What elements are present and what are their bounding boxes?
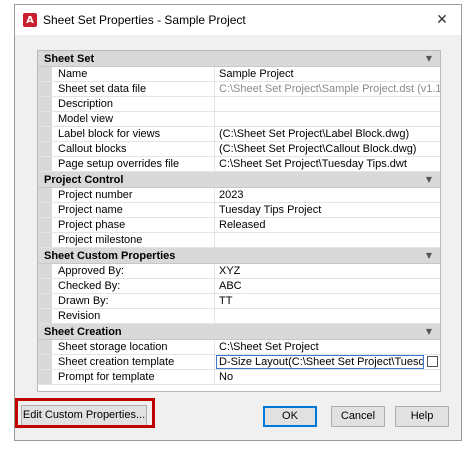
row-gutter [38, 203, 52, 217]
property-value[interactable]: (C:\Sheet Set Project\Label Block.dwg) [215, 127, 440, 141]
property-row[interactable]: Checked By: ABC [38, 279, 440, 294]
property-name: Label block for views [52, 127, 215, 141]
row-gutter [38, 279, 52, 293]
property-row[interactable]: Project name Tuesday Tips Project [38, 203, 440, 218]
row-gutter [38, 82, 52, 96]
window-title: Sheet Set Properties - Sample Project [43, 13, 246, 27]
help-button[interactable]: Help [395, 406, 449, 427]
property-value[interactable]: D-Size Layout(C:\Sheet Set Project\Tuesd… [215, 355, 440, 369]
property-row[interactable]: Page setup overrides file C:\Sheet Set Pr… [38, 157, 440, 172]
property-row[interactable]: Sheet creation template D-Size Layout(C:\… [38, 355, 440, 370]
property-name: Page setup overrides file [52, 157, 215, 171]
group-header[interactable]: Sheet Custom Properties ▼ [38, 248, 440, 264]
property-name: Description [52, 97, 215, 111]
property-value[interactable] [215, 233, 440, 247]
property-value[interactable]: Sample Project [215, 67, 440, 81]
property-name: Revision [52, 309, 215, 323]
row-gutter [38, 188, 52, 202]
property-name: Project phase [52, 218, 215, 232]
row-gutter [38, 127, 52, 141]
property-row[interactable]: Project milestone [38, 233, 440, 248]
close-icon: ✕ [436, 12, 448, 28]
template-value-field[interactable]: D-Size Layout(C:\Sheet Set Project\Tuesd… [216, 355, 424, 369]
property-row[interactable]: Sheet set data file C:\Sheet Set Project\… [38, 82, 440, 97]
property-row[interactable]: Callout blocks (C:\Sheet Set Project\Call… [38, 142, 440, 157]
property-row[interactable]: Revision [38, 309, 440, 324]
collapse-arrow-icon[interactable]: ▼ [426, 324, 432, 340]
property-name: Sheet set data file [52, 82, 215, 96]
row-gutter [38, 218, 52, 232]
property-value[interactable]: C:\Sheet Set Project [215, 340, 440, 354]
property-row[interactable]: Project number 2023 [38, 188, 440, 203]
property-value[interactable]: Released [215, 218, 440, 232]
property-name: Approved By: [52, 264, 215, 278]
autocad-app-icon: A [23, 13, 37, 27]
property-value[interactable]: No [215, 370, 440, 384]
property-name: Name [52, 67, 215, 81]
row-gutter [38, 112, 52, 126]
group-header-label: Sheet Set [44, 52, 95, 65]
title-bar: A Sheet Set Properties - Sample Project … [15, 5, 461, 35]
property-name: Checked By: [52, 279, 215, 293]
close-button[interactable]: ✕ [433, 11, 451, 29]
property-row[interactable]: Label block for views (C:\Sheet Set Proje… [38, 127, 440, 142]
property-name: Sheet storage location [52, 340, 215, 354]
property-name: Drawn By: [52, 294, 215, 308]
property-name: Project number [52, 188, 215, 202]
property-value[interactable]: TT [215, 294, 440, 308]
property-value[interactable]: ABC [215, 279, 440, 293]
property-value[interactable] [215, 97, 440, 111]
row-gutter [38, 355, 52, 369]
property-row[interactable]: Drawn By: TT [38, 294, 440, 309]
group-header-label: Sheet Creation [44, 325, 122, 338]
property-name: Prompt for template [52, 370, 215, 384]
collapse-arrow-icon[interactable]: ▼ [426, 172, 432, 188]
row-gutter [38, 340, 52, 354]
property-row[interactable]: Project phase Released [38, 218, 440, 233]
property-value[interactable]: XYZ [215, 264, 440, 278]
row-gutter [38, 157, 52, 171]
row-gutter [38, 370, 52, 384]
property-row[interactable]: Sheet storage location C:\Sheet Set Proje… [38, 340, 440, 355]
row-gutter [38, 67, 52, 81]
ok-button[interactable]: OK [263, 406, 317, 427]
property-value[interactable]: Tuesday Tips Project [215, 203, 440, 217]
row-gutter [38, 97, 52, 111]
group-header[interactable]: Sheet Set ▼ [38, 51, 440, 67]
annotation-highlight-box [15, 398, 155, 428]
collapse-arrow-icon[interactable]: ▼ [426, 248, 432, 264]
cancel-button[interactable]: Cancel [331, 406, 385, 427]
row-gutter [38, 142, 52, 156]
property-row[interactable]: Description [38, 97, 440, 112]
property-value[interactable]: C:\Sheet Set Project\Tuesday Tips.dwt [215, 157, 440, 171]
property-value[interactable]: (C:\Sheet Set Project\Callout Block.dwg) [215, 142, 440, 156]
group-header-label: Sheet Custom Properties [44, 249, 176, 262]
row-gutter [38, 294, 52, 308]
property-value[interactable]: 2023 [215, 188, 440, 202]
browse-icon[interactable] [427, 356, 438, 367]
property-row[interactable]: Name Sample Project [38, 67, 440, 82]
property-row[interactable]: Prompt for template No [38, 370, 440, 385]
row-gutter [38, 233, 52, 247]
property-name: Sheet creation template [52, 355, 215, 369]
property-value[interactable] [215, 309, 440, 323]
property-row[interactable]: Model view [38, 112, 440, 127]
row-gutter [38, 264, 52, 278]
collapse-arrow-icon[interactable]: ▼ [426, 51, 432, 67]
property-name: Model view [52, 112, 215, 126]
property-name: Project milestone [52, 233, 215, 247]
property-name: Project name [52, 203, 215, 217]
group-header-label: Project Control [44, 173, 124, 186]
row-gutter [38, 309, 52, 323]
sheet-set-properties-dialog: A Sheet Set Properties - Sample Project … [14, 4, 462, 441]
property-value[interactable]: C:\Sheet Set Project\Sample Project.dst … [215, 82, 440, 96]
property-row[interactable]: Approved By: XYZ [38, 264, 440, 279]
property-value[interactable] [215, 112, 440, 126]
group-header[interactable]: Project Control ▼ [38, 172, 440, 188]
property-name: Callout blocks [52, 142, 215, 156]
group-header[interactable]: Sheet Creation ▼ [38, 324, 440, 340]
properties-grid: Sheet Set ▼ Name Sample Project Sheet set da… [37, 50, 441, 392]
